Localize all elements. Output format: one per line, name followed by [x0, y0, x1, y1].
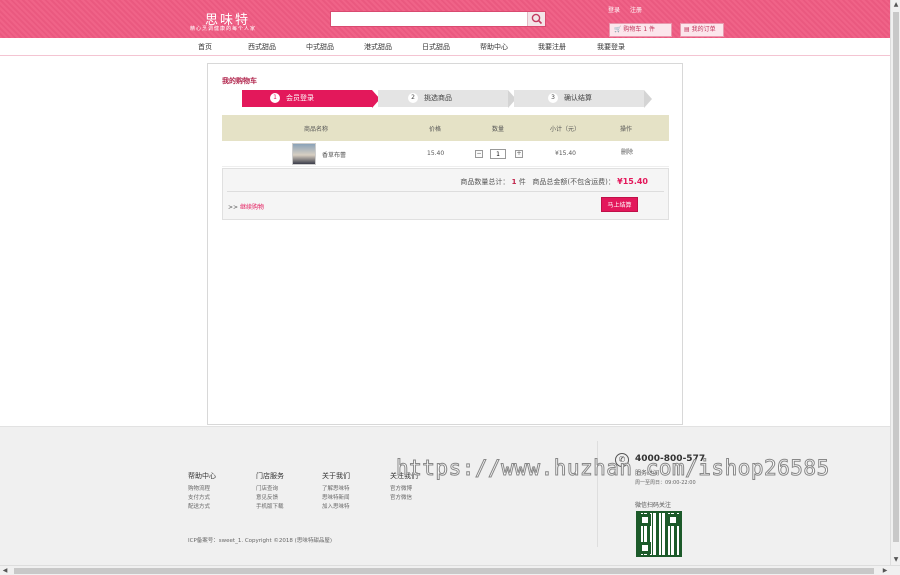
scrollbar-thumb[interactable]: [14, 568, 874, 574]
qr-corner: [639, 542, 651, 554]
header-cart-button[interactable]: 🛒 购物车 1 件: [609, 23, 672, 37]
continue-prefix: >>: [228, 204, 239, 211]
col-subtotal: 小计（元）: [550, 126, 581, 133]
footer-col-title: 帮助中心: [188, 472, 216, 480]
header: 思味特 精心烹调健康的每个人家 登录 注册 🛒 购物车 1 件 ▤ 我的订单: [0, 0, 890, 38]
page: 思味特 精心烹调健康的每个人家 登录 注册 🛒 购物车 1 件 ▤ 我的订单 首…: [0, 0, 890, 565]
footer-col-help: 帮助中心 购物流程 支付方式 配送方式: [188, 471, 216, 512]
qr-corner: [639, 514, 651, 526]
step-label: 挑选商品: [424, 94, 452, 102]
qr-corner: [667, 514, 679, 526]
service-hours: 周一至周日：09:00-22:00: [635, 480, 696, 486]
step-confirm: 3 确认结算: [514, 90, 644, 107]
footer-link[interactable]: 手机版下载: [256, 503, 284, 512]
footer-link[interactable]: 官方微信: [390, 494, 418, 503]
product-subtotal: ¥15.40: [555, 150, 576, 157]
cart-panel: 我的购物车 1 会员登录 2 挑选商品 3 确认结算 商品名称 价格 数量 小计（元）…: [207, 63, 683, 425]
my-orders-button[interactable]: ▤ 我的订单: [680, 23, 724, 37]
login-link[interactable]: 登录: [608, 7, 620, 14]
search-box: [330, 11, 546, 27]
continue-shopping: >> 继续购物: [228, 202, 264, 211]
qty-input[interactable]: [490, 149, 506, 159]
cart-table-header: 商品名称 价格 数量 小计（元） 操作: [222, 115, 669, 141]
scroll-up-arrow-icon[interactable]: ▲: [891, 0, 900, 10]
step-number: 2: [408, 93, 418, 103]
footer-link[interactable]: 官方微博: [390, 485, 418, 494]
product-price: 15.40: [427, 150, 445, 157]
register-link[interactable]: 注册: [630, 7, 642, 14]
col-price: 价格: [429, 126, 442, 133]
watermark: https://www.huzhan.com/ishop26585: [396, 456, 830, 481]
summary-line: 商品数量总计： 1 件 商品总金额(不包含运费)： ¥15.40: [460, 177, 648, 187]
cart-icon: 🛒: [614, 26, 622, 33]
footer-col-about: 关于我们 了解思味特 思味特新闻 加入思味特: [322, 471, 350, 512]
continue-shopping-link[interactable]: 继续购物: [240, 204, 264, 211]
nav-chinese[interactable]: 中式甜品: [306, 42, 334, 52]
logo-slogan: 精心烹调健康的每个人家: [190, 26, 257, 32]
footer-link[interactable]: 购物流程: [188, 485, 216, 494]
product-name[interactable]: 香草布蕾: [322, 150, 346, 159]
summary-count-unit: 件: [518, 178, 526, 186]
footer-col-store: 门店服务 门店查询 意见反馈 手机版下载: [256, 471, 284, 512]
cart-summary: 商品数量总计： 1 件 商品总金额(不包含运费)： ¥15.40 >> 继续购物…: [222, 168, 669, 220]
col-action: 操作: [620, 126, 633, 133]
header-cart-label: 购物车 1 件: [623, 26, 656, 33]
copyright: ICP备案号：sweet_1. Copyright ©2018 (思味特甜品屋): [188, 538, 332, 544]
summary-total: ¥15.40: [617, 177, 648, 186]
nav-help[interactable]: 帮助中心: [480, 42, 508, 52]
footer-link[interactable]: 配送方式: [188, 503, 216, 512]
search-button[interactable]: [527, 12, 545, 26]
step-label: 会员登录: [286, 94, 314, 102]
summary-count: 1: [511, 178, 517, 186]
search-icon: [531, 13, 543, 25]
footer-link[interactable]: 思味特新闻: [322, 494, 350, 503]
scrollbar-thumb[interactable]: [893, 12, 899, 542]
user-links: 登录 注册: [608, 5, 650, 14]
orders-icon: ▤: [684, 26, 690, 33]
checkout-button[interactable]: 马上结算: [601, 197, 638, 212]
footer-col-title: 门店服务: [256, 472, 284, 480]
horizontal-scrollbar[interactable]: ◀ ▶: [0, 565, 900, 575]
checkout-steps: 1 会员登录 2 挑选商品 3 确认结算: [242, 90, 652, 108]
step-login: 1 会员登录: [242, 90, 372, 107]
divider: [227, 191, 664, 192]
my-orders-label: 我的订单: [691, 26, 716, 33]
step-label: 确认结算: [564, 94, 592, 102]
nav-hongkong[interactable]: 港式甜品: [364, 42, 392, 52]
step-arrow: [644, 90, 652, 108]
nav-register[interactable]: 我要注册: [538, 42, 566, 52]
footer-col-title: 关于我们: [322, 472, 350, 480]
summary-total-label: 商品总金额(不包含运费)：: [532, 178, 615, 186]
step-number: 1: [270, 93, 280, 103]
footer-link[interactable]: 支付方式: [188, 494, 216, 503]
main-nav: 首页 西式甜品 中式甜品 港式甜品 日式甜品 帮助中心 我要注册 我要登录: [0, 38, 890, 56]
step-number: 3: [548, 93, 558, 103]
footer-link[interactable]: 了解思味特: [322, 485, 350, 494]
table-row: 香草布蕾 15.40 − + ¥15.40 删除: [222, 141, 669, 167]
col-name: 商品名称: [304, 126, 329, 133]
summary-count-label: 商品数量总计：: [460, 178, 510, 186]
nav-login[interactable]: 我要登录: [597, 42, 625, 52]
nav-japanese[interactable]: 日式甜品: [422, 42, 450, 52]
nav-western[interactable]: 西式甜品: [248, 42, 276, 52]
footer-link[interactable]: 意见反馈: [256, 494, 284, 503]
scroll-right-arrow-icon[interactable]: ▶: [880, 566, 890, 575]
footer-link[interactable]: 加入思味特: [322, 503, 350, 512]
search-input[interactable]: [331, 12, 527, 26]
nav-home[interactable]: 首页: [198, 42, 212, 52]
product-thumbnail[interactable]: [292, 143, 316, 165]
step-choose: 2 挑选商品: [378, 90, 508, 107]
scroll-down-arrow-icon[interactable]: ▼: [891, 555, 900, 565]
scroll-left-arrow-icon[interactable]: ◀: [0, 566, 10, 575]
qty-increase-button[interactable]: +: [515, 150, 523, 158]
footer: 帮助中心 购物流程 支付方式 配送方式 门店服务 门店查询 意见反馈 手机版下载…: [0, 426, 890, 565]
wechat-title: 微信扫码关注: [635, 502, 672, 509]
vertical-scrollbar[interactable]: ▲ ▼: [890, 0, 900, 565]
qr-code: [636, 511, 682, 557]
footer-link[interactable]: 门店查询: [256, 485, 284, 494]
cart-title: 我的购物车: [222, 77, 257, 85]
delete-link[interactable]: 删除: [621, 147, 633, 156]
qty-decrease-button[interactable]: −: [475, 150, 483, 158]
col-qty: 数量: [492, 126, 505, 133]
